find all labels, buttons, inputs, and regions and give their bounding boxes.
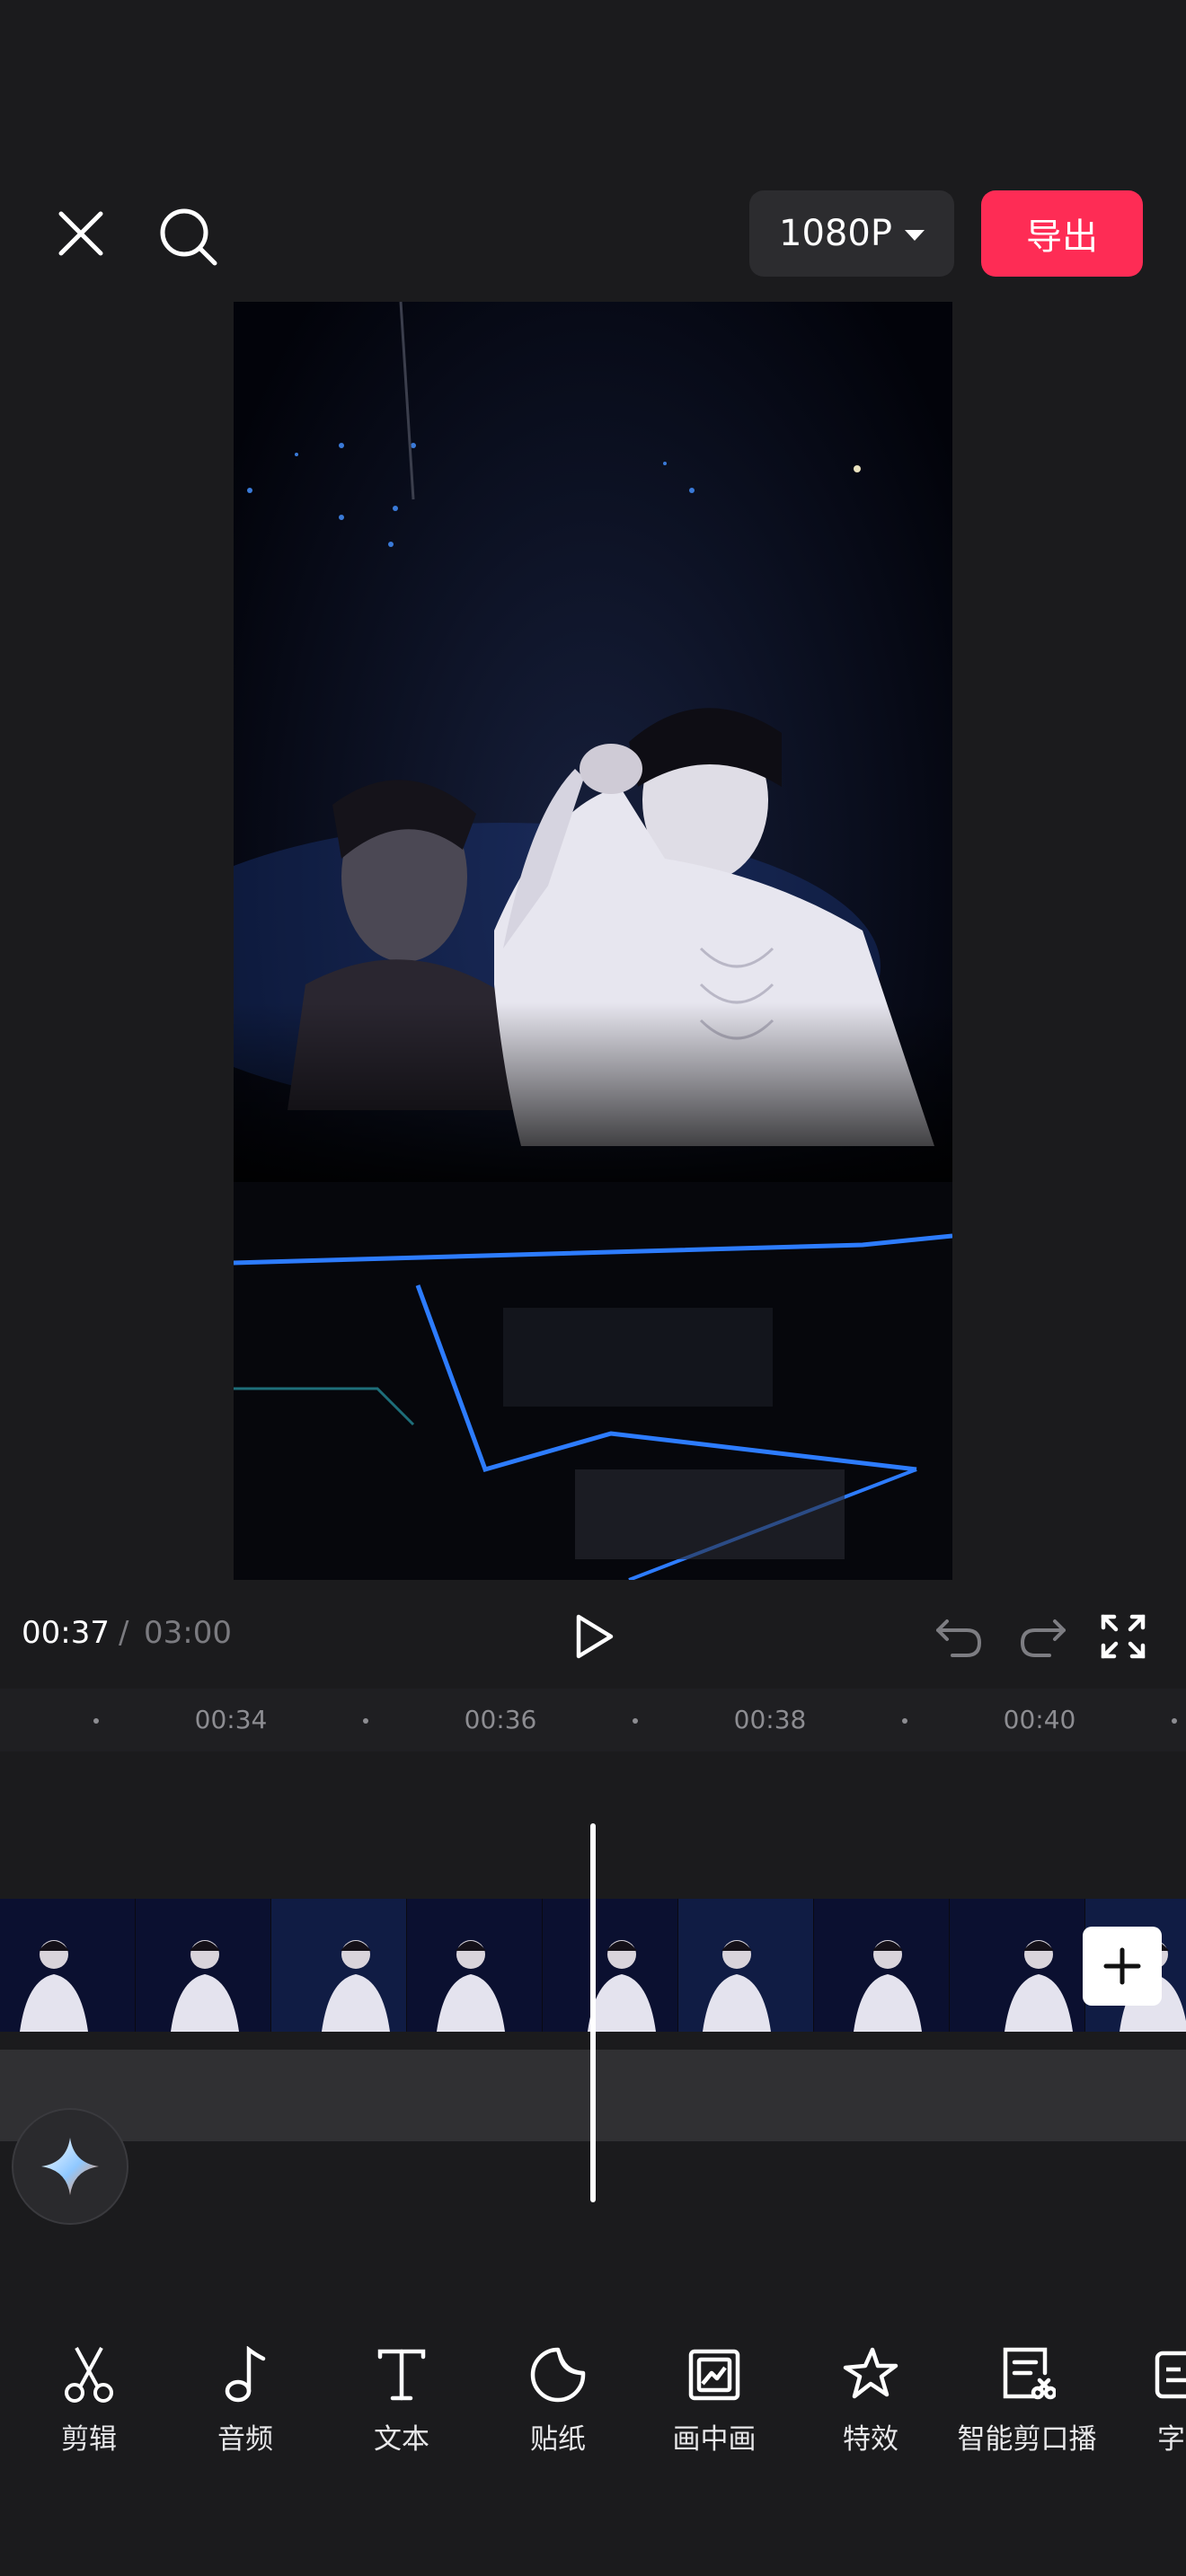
ruler-label: 00:34 [194,1705,268,1734]
ruler-dot [93,1718,99,1724]
current-time: 00:37 [22,1615,110,1651]
clip-thumbnail [678,1899,814,2032]
video-frame-image [234,302,952,1580]
tool-cut[interactable]: 剪辑 [13,2346,165,2463]
tool-label: 文本 [374,2423,429,2456]
text-icon [373,2346,430,2404]
resolution-label: 1080P [779,213,892,254]
ruler-label: 00:40 [1003,1705,1076,1734]
sticker-icon [529,2346,587,2404]
ruler-dot [902,1718,907,1724]
close-icon [58,211,103,256]
clip-thumbnail [543,1899,678,2032]
tool-smart-cut[interactable]: 智能剪口播 [951,2346,1103,2463]
clip-thumbnail [271,1899,407,2032]
tool-label: 特效 [843,2423,898,2456]
tool-label: 画中画 [672,2423,757,2456]
resolution-dropdown[interactable]: 1080P [749,190,954,277]
tool-label: 字幕 [1157,2423,1186,2456]
search-icon [160,208,217,266]
tool-audio[interactable]: 音频 [169,2346,322,2463]
tool-text[interactable]: 文本 [325,2346,478,2463]
tool-effects[interactable]: 特效 [794,2346,947,2463]
playhead[interactable] [590,1823,596,2202]
redo-button[interactable] [1013,1608,1071,1665]
ruler-dot [363,1718,368,1724]
sparkle-icon [41,2138,99,2195]
tool-sticker[interactable]: 贴纸 [482,2346,634,2463]
undo-icon [936,1619,982,1657]
clip-thumbnail [814,1899,950,2032]
play-button[interactable] [564,1606,625,1667]
tool-pip[interactable]: 画中画 [638,2346,791,2463]
undo-button[interactable] [931,1608,988,1665]
ruler-dot [1172,1718,1177,1724]
picture-in-picture-icon [686,2346,743,2404]
ai-assistant-button[interactable] [12,2108,128,2225]
scissors-icon [60,2346,118,2404]
video-preview[interactable] [234,302,952,1580]
play-icon [576,1614,614,1659]
export-label: 导出 [1026,216,1098,258]
fullscreen-button[interactable] [1094,1608,1152,1665]
fullscreen-icon [1101,1614,1146,1659]
music-note-icon [217,2346,274,2404]
smart-cut-icon [998,2346,1056,2404]
chevron-down-icon [904,230,925,241]
captions-icon [1154,2346,1186,2404]
ruler-label: 00:36 [464,1705,537,1734]
time-separator: / [119,1615,129,1651]
clip-thumbnail [407,1899,543,2032]
redo-icon [1020,1619,1066,1657]
plus-icon [1103,1947,1141,1985]
total-time: 03:00 [144,1615,232,1651]
ruler-label: 00:38 [733,1705,807,1734]
export-button[interactable]: 导出 [981,190,1143,277]
tool-label: 音频 [217,2423,273,2456]
clip-thumbnail [136,1899,271,2032]
close-button[interactable] [47,199,115,268]
clip-thumbnail [950,1899,1085,2032]
ruler-dot [633,1718,638,1724]
tool-captions[interactable]: 字幕 [1107,2346,1186,2463]
tool-label: 智能剪口播 [957,2423,1097,2456]
search-button[interactable] [151,199,226,275]
effects-star-icon [842,2346,899,2404]
add-clip-button[interactable] [1083,1927,1162,2006]
tool-label: 剪辑 [61,2423,117,2456]
tool-label: 贴纸 [530,2423,586,2456]
clip-thumbnail [0,1899,136,2032]
